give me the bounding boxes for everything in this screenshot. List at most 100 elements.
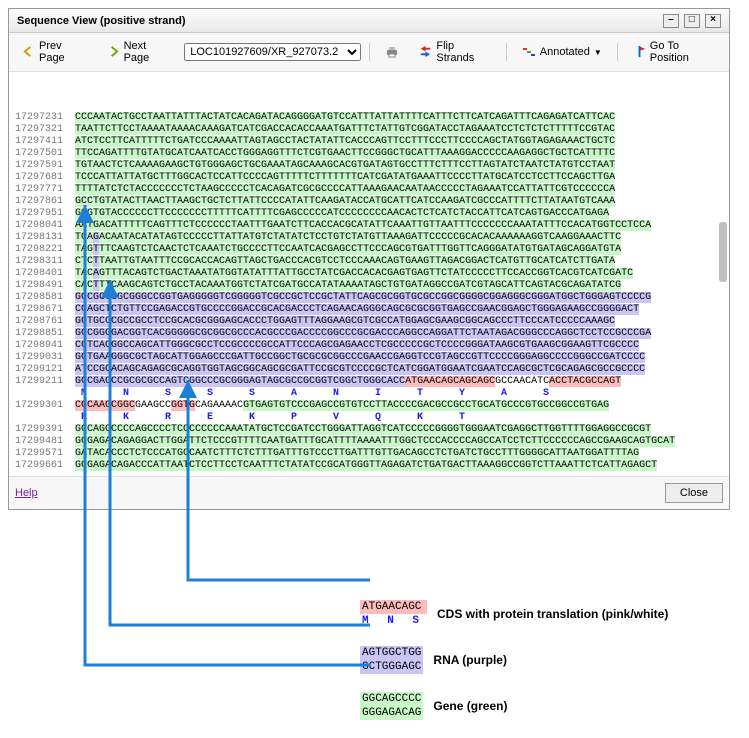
position-label [15,412,75,424]
position-label: 17297321 [15,124,75,136]
flip-strands-button[interactable]: Flip Strands [412,37,497,67]
position-label: 17298581 [15,292,75,304]
legend-cds-label: CDS with protein translation (pink/white… [437,607,668,621]
scrollbar-thumb[interactable] [719,222,727,282]
sequence-row: 17299121ATCCGCACAGCAGAGCGCAGGTGGTAGCGGCA… [15,364,727,376]
position-label [15,388,75,400]
legend-cds: ATGAACAGC M N S CDS with protein transla… [360,600,700,628]
flip-strands-label: Flip Strands [436,40,490,64]
sequence-row: 17297861GCCTGTATACTTAACTTAAGCTGCTCTTATTC… [15,196,727,208]
legend: ATGAACAGC M N S CDS with protein transla… [360,600,700,720]
sequence-text: GGGTGTACCCCCCTTCCCCCCCTTTTTCATTTTCGAGCCC… [75,208,609,220]
goto-position-button[interactable]: Go To Position [626,37,723,67]
position-label: 17298401 [15,268,75,280]
chevron-down-icon: ▼ [594,48,602,57]
sequence-row: 17297771TTTTATCTCTACCCCCCCTCTAAGCCCCCTCA… [15,184,727,196]
separator [506,43,507,61]
legend-rna-sample: AGTGGCTGG GCTGGGAGC [360,646,423,674]
arrow-right-icon [107,45,120,59]
sequence-text: R K R E K P V Q K T [75,412,473,424]
sequence-text: GCCTGTATACTTAACTTAAGCTGCTCTTATTCCCCATATT… [75,196,615,208]
marker-icon [633,45,646,59]
sequence-text: ATCTCCTTCATTTTTCTGATCCCAAAATTAGTAGCCTACT… [75,136,615,148]
window-title: Sequence View (positive strand) [17,15,186,27]
sequence-row: 17298221TAGTTTCAAGTCTCAACTCTCAAATCTGCCCC… [15,244,727,256]
position-label: 17297411 [15,136,75,148]
sequence-text: GGCGACCCGCGCGCCAGTCGGCCCGCGGGAGTAGCGCCGC… [75,376,621,388]
sequence-row: 17297411ATCTCCTTCATTTTTCTGATCCCAAAATTAGT… [15,136,727,148]
position-label: 17299391 [15,424,75,436]
position-label: 17299301 [15,400,75,412]
legend-gene-sample: GGCAGCCCC GGGAGACAG [360,692,423,720]
annotated-dropdown[interactable]: Annotated ▼ [515,42,609,62]
position-label: 17298671 [15,304,75,316]
sequence-row: M N S S S A N I T Y A S [15,388,727,400]
sequence-text: GCCGGGGACGGTCACGGGGGCGCGGCGCCCACGCCCGACC… [75,328,651,340]
sequence-text: TAATTCTTCCTAAAATAAAACAAAGATCATCGACCACACC… [75,124,615,136]
next-page-button[interactable]: Next Page [100,37,179,67]
sequence-text: CCCAATACTGCCTAATTATTTACTATCACAGATACAGGGG… [75,112,615,124]
position-label: 17298131 [15,232,75,244]
sequence-text: TGAGACAATACATATAGTCCCCCTTATTATGTCTATATCT… [75,232,621,244]
strand-icon [522,45,536,59]
next-page-label: Next Page [124,40,172,64]
sequence-row: R K R E K P V Q K T [15,412,727,424]
position-label: 17299211 [15,376,75,388]
position-label: 17298851 [15,328,75,340]
sequence-row: 17297501TTCCAGATTTTGTATGCATCAATCACCTGGGA… [15,148,727,160]
minimize-button[interactable]: – [663,14,679,28]
sequence-area[interactable]: 17297231CCCAATACTGCCTAATTATTTACTATCACAGA… [9,72,729,476]
sequence-text: CGCAAGCGGCGAAGCCGGTGCAGAAAACGTGAGTGTCCCG… [75,400,609,412]
prev-page-button[interactable]: Prev Page [15,37,94,67]
position-label: 17298221 [15,244,75,256]
sequence-row: 17298131TGAGACAATACATATAGTCCCCCTTATTATGT… [15,232,727,244]
sequence-row: 17297591TGTAACTCTCAAAAGAAGCTGTGGGAGCTGCG… [15,160,727,172]
sequence-text: GGTGAAGGGCGCTAGCATTGGAGCCCGATTGCCGGCTGCG… [75,352,645,364]
close-button[interactable]: Close [665,483,723,503]
position-label: 17298761 [15,316,75,328]
sequence-row: 17299481GGGAGACAGAGGACTTGGATTCTCCCGTTTTC… [15,436,727,448]
sequence-text: TTTTATCTCTACCCCCCCTCTAAGCCCCCTCACAGATCGC… [75,184,615,196]
position-label: 17297681 [15,172,75,184]
sequence-text: TAGTTTCAAGTCTCAACTCTCAAATCTGCCCCTTCCAATC… [75,244,621,256]
arrow-left-icon [22,45,35,59]
sequence-row: 17297681TCCCATTATTATGCTTTGGCACTCCATTCCCC… [15,172,727,184]
help-link[interactable]: Help [15,487,38,499]
sequence-row: 17298761GCTGCCCGCCGCCTCCGCACGCGGGAGCACCC… [15,316,727,328]
position-label: 17298311 [15,256,75,268]
sequence-row: 17298671CGAGCTCTGTTCCGAGACCGTGCCCCGGACCG… [15,304,727,316]
sequence-text: TGTAACTCTCAAAAGAAGCTGTGGGAGCTGCGAAATAGCA… [75,160,615,172]
titlebar: Sequence View (positive strand) – □ × [9,9,729,33]
sequence-row: 17298941CCTCACGGCCAGCATTGGGCGCCTCCGCCCCG… [15,340,727,352]
sequence-text: CCTCACGGCCAGCATTGGGCGCCTCCGCCCCGCCATTCCC… [75,340,639,352]
position-label: 17298941 [15,340,75,352]
legend-rna: AGTGGCTGG GCTGGGAGC RNA (purple) [360,646,700,674]
sequence-row: 17299031GGTGAAGGGCGCTAGCATTGGAGCCCGATTGC… [15,352,727,364]
sequence-text: TTCCAGATTTTGTATGCATCAATCACCTGGGAGGTTTCTC… [75,148,615,160]
sequence-text: GCTGCCCGCCGCCTCCGCACGCGGGAGCACCCTGGAGTTT… [75,316,615,328]
sequence-row: 17297231CCCAATACTGCCTAATTATTTACTATCACAGA… [15,112,727,124]
locator-select[interactable]: LOC101927609/XR_927073.2 [184,43,361,61]
print-button[interactable] [378,42,406,62]
sequence-text: GGCGGGGGCGGGCCGGTGAGGGGGTCGGGGGTCGCCGCTC… [75,292,651,304]
separator [617,43,618,61]
sequence-text: M N S S S A N I T Y A S [75,388,557,400]
legend-cds-sample: ATGAACAGC M N S [360,600,427,628]
sequence-text: ATCCGCACAGCAGAGCGCAGGTGGTAGCGGCAGCGCGATT… [75,364,645,376]
sequence-view-window: Sequence View (positive strand) – □ × Pr… [8,8,730,510]
sequence-row: 17298581GGCGGGGGCGGGCCGGTGAGGGGGTCGGGGGT… [15,292,727,304]
position-label: 17297231 [15,112,75,124]
sequence-row: 17299661GGGAGACAGACCCATTAATCTCCTTCCTCAAT… [15,460,727,472]
position-label: 17297771 [15,184,75,196]
sequence-text: CGAGCTCTGTTCCGAGACCGTGCCCCGGACCGCACGACCC… [75,304,639,316]
position-label: 17297591 [15,160,75,172]
position-label: 17297951 [15,208,75,220]
separator [369,43,370,61]
sequence-row: 17298401TACAGTTTACAGTCTGACTAAATATGGTATAT… [15,268,727,280]
sequence-row: 17299391GGCAGCCCCCAGCCCCTCCCCCCCCAAATATG… [15,424,727,436]
close-window-button[interactable]: × [705,14,721,28]
maximize-button[interactable]: □ [684,14,700,28]
sequence-text: TACAGTTTACAGTCTGACTAAATATGGTATATTTATTGCC… [75,268,633,280]
sequence-text: GGGAGACAGACCCATTAATCTCCTTCCTCAATTTCTATAT… [75,460,657,472]
legend-gene: GGCAGCCCC GGGAGACAG Gene (green) [360,692,700,720]
